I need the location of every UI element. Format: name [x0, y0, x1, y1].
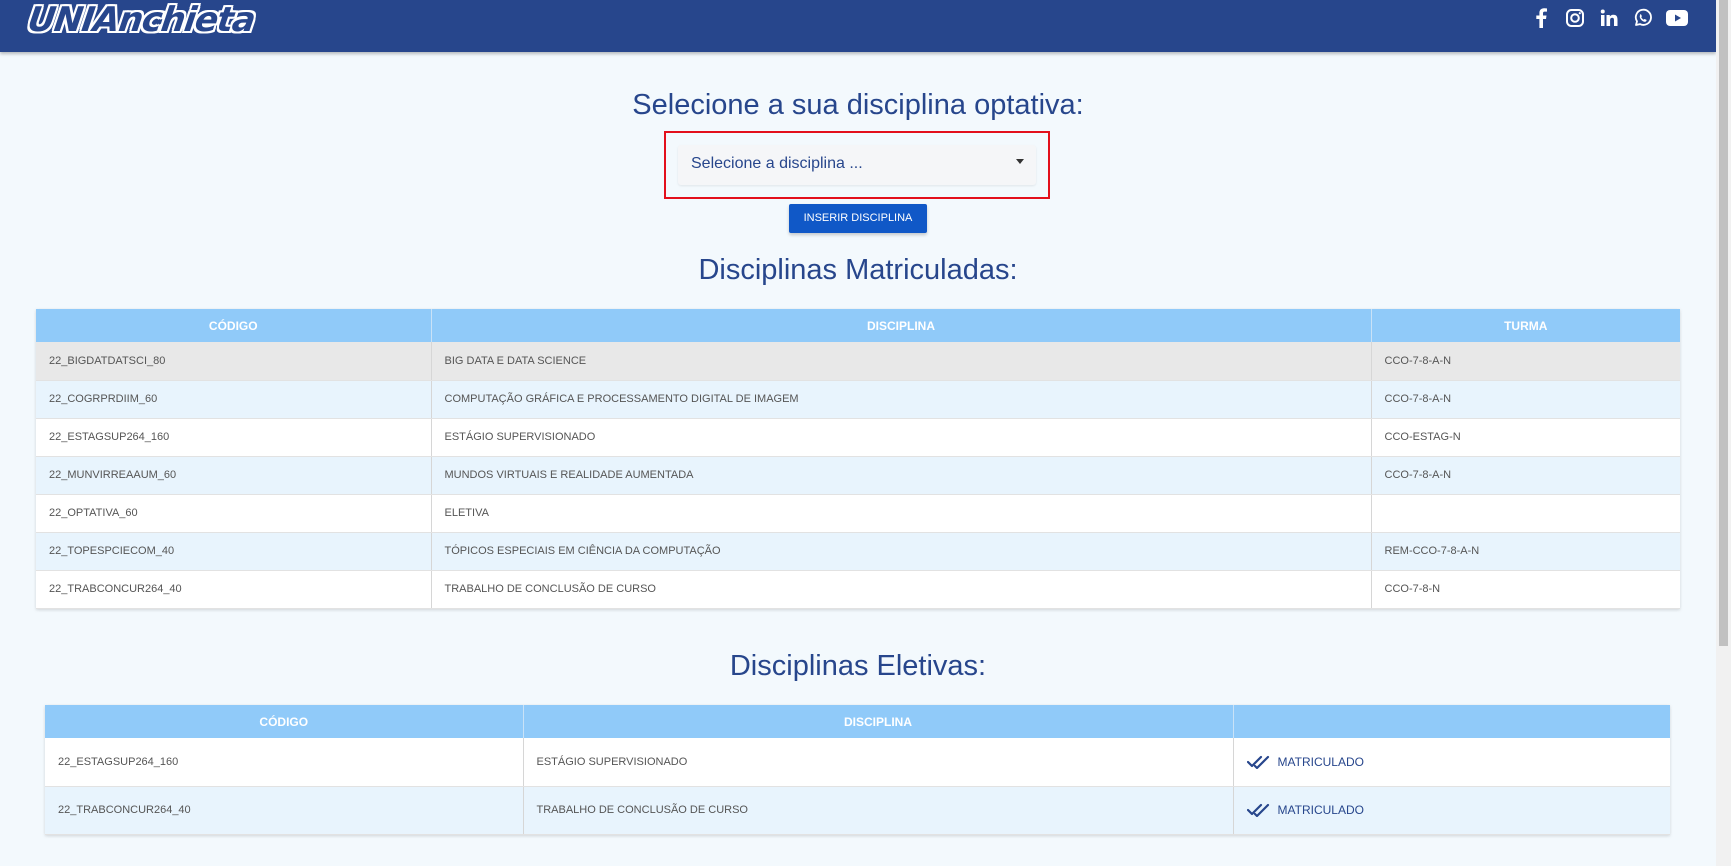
cell-disciplina: BIG DATA E DATA SCIENCE [431, 342, 1372, 381]
disciplina-select[interactable]: Selecione a disciplina ... [678, 145, 1036, 185]
cell-turma: CCO-7-8-A-N [1371, 342, 1680, 381]
facebook-icon[interactable] [1529, 7, 1553, 29]
cell-turma: REM-CCO-7-8-A-N [1371, 532, 1680, 571]
cell-codigo: 22_BIGDATDATSCI_80 [36, 342, 432, 381]
column-header-disciplina: DISCIPLINA [431, 309, 1372, 342]
cell-turma: CCO-7-8-A-N [1371, 380, 1680, 419]
cell-disciplina: ELETIVA [431, 494, 1372, 533]
status-label: MATRICULADO [1277, 803, 1364, 817]
select-value: Selecione a disciplina ... [691, 155, 863, 172]
top-navbar: UNIAnchieta [0, 0, 1716, 52]
cell-codigo: 22_TRABCONCUR264_40 [45, 786, 524, 835]
cell-codigo: 22_OPTATIVA_60 [36, 494, 432, 533]
matriculadas-table: CÓDIGO DISCIPLINA TURMA 22_BIGDATDATSCI_… [36, 309, 1680, 609]
cell-turma: CCO-ESTAG-N [1371, 418, 1680, 457]
caret-down-icon [1016, 159, 1024, 164]
youtube-icon[interactable] [1665, 7, 1689, 29]
column-header-status [1233, 705, 1670, 738]
cell-turma: CCO-7-8-N [1371, 570, 1680, 609]
inserir-disciplina-button[interactable]: INSERIR DISCIPLINA [789, 204, 927, 233]
table-row: 22_BIGDATDATSCI_80 BIG DATA E DATA SCIEN… [36, 342, 1680, 381]
column-header-codigo: CÓDIGO [36, 309, 432, 342]
social-links [1529, 7, 1689, 29]
cell-disciplina: COMPUTAÇÃO GRÁFICA E PROCESSAMENTO DIGIT… [431, 380, 1372, 419]
eletivas-table: CÓDIGO DISCIPLINA 22_ESTAGSUP264_160 EST… [45, 705, 1670, 835]
cell-disciplina: TÓPICOS ESPECIAIS EM CIÊNCIA DA COMPUTAÇ… [431, 532, 1372, 571]
table-row: 22_TRABCONCUR264_40 TRABALHO DE CONCLUSÃ… [36, 570, 1680, 609]
cell-turma: CCO-7-8-A-N [1371, 456, 1680, 495]
table-row: 22_ESTAGSUP264_160 ESTÁGIO SUPERVISIONAD… [36, 418, 1680, 457]
cell-disciplina: ESTÁGIO SUPERVISIONADO [431, 418, 1372, 457]
cell-disciplina: TRABALHO DE CONCLUSÃO DE CURSO [523, 786, 1234, 835]
matriculadas-title: Disciplinas Matriculadas: [698, 254, 1018, 286]
cell-codigo: 22_COGRPRDIIM_60 [36, 380, 432, 419]
table-row: 22_OPTATIVA_60 ELETIVA [36, 494, 1680, 533]
table-header-row: CÓDIGO DISCIPLINA [45, 705, 1670, 738]
double-check-icon [1246, 803, 1269, 817]
select-highlight-box: Selecione a disciplina ... [664, 131, 1050, 199]
cell-disciplina: TRABALHO DE CONCLUSÃO DE CURSO [431, 570, 1372, 609]
column-header-disciplina: DISCIPLINA [523, 705, 1234, 738]
cell-codigo: 22_TOPESPCIECOM_40 [36, 532, 432, 571]
table-row: 22_TOPESPCIECOM_40 TÓPICOS ESPECIAIS EM … [36, 532, 1680, 571]
cell-disciplina: MUNDOS VIRTUAIS E REALIDADE AUMENTADA [431, 456, 1372, 495]
status-label: MATRICULADO [1277, 754, 1364, 769]
instagram-icon[interactable] [1563, 7, 1587, 29]
whatsapp-icon[interactable] [1631, 7, 1655, 29]
cell-codigo: 22_ESTAGSUP264_160 [45, 738, 524, 787]
cell-disciplina: ESTÁGIO SUPERVISIONADO [523, 738, 1234, 787]
cell-status: MATRICULADO [1233, 786, 1670, 835]
cell-codigo: 22_ESTAGSUP264_160 [36, 418, 432, 457]
eletivas-title: Disciplinas Eletivas: [729, 650, 987, 682]
table-row: 22_TRABCONCUR264_40 TRABALHO DE CONCLUSÃ… [45, 786, 1670, 835]
column-header-codigo: CÓDIGO [45, 705, 524, 738]
table-row: 22_COGRPRDIIM_60 COMPUTAÇÃO GRÁFICA E PR… [36, 380, 1680, 419]
table-row: 22_ESTAGSUP264_160 ESTÁGIO SUPERVISIONAD… [45, 738, 1670, 787]
cell-codigo: 22_MUNVIRREAAUM_60 [36, 456, 432, 495]
cell-status: MATRICULADO [1233, 738, 1670, 787]
scrollbar-thumb[interactable] [1719, 0, 1728, 646]
unianchieta-logo[interactable]: UNIAnchieta [25, 0, 257, 40]
table-row: 22_MUNVIRREAAUM_60 MUNDOS VIRTUAIS E REA… [36, 456, 1680, 495]
column-header-turma: TURMA [1371, 309, 1680, 342]
cell-turma [1371, 494, 1680, 533]
cell-codigo: 22_TRABCONCUR264_40 [36, 570, 432, 609]
double-check-icon [1246, 755, 1269, 769]
linkedin-icon[interactable] [1597, 7, 1621, 29]
table-header-row: CÓDIGO DISCIPLINA TURMA [36, 309, 1680, 342]
vertical-scrollbar[interactable] [1716, 0, 1731, 866]
select-section-title: Selecione a sua disciplina optativa: [632, 89, 1084, 121]
